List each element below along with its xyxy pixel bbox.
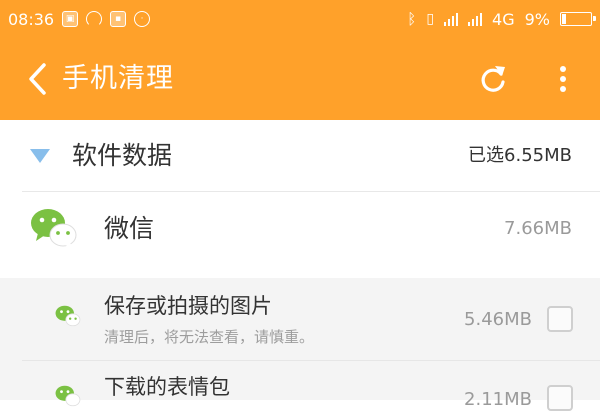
status-time: 08:36 [8,9,55,29]
headset-icon [86,11,103,27]
wechat-icon [55,305,81,327]
item-title: 下载的表情包 [104,375,230,399]
clock-icon: · [134,11,151,27]
section-title: 软件数据 [72,141,173,170]
more-vertical-icon[interactable] [555,64,571,94]
wechat-icon [31,209,77,249]
app-badge-icon: ▪ [110,11,127,27]
status-bar: 08:36 ▣ ▪ · ᛒ ▯ 4G 9% [0,0,600,38]
item-checkbox[interactable] [547,385,573,411]
vibrate-icon: ▯ [426,11,435,27]
wechat-icon [55,385,81,407]
item-title: 保存或拍摄的图片 [104,294,272,318]
item-checkbox[interactable] [547,306,573,332]
collapse-triangle-icon[interactable] [30,149,50,163]
app-size: 7.66MB [504,218,572,239]
app-header: 手机清理 [0,38,600,120]
item-size: 5.46MB [464,309,532,330]
back-arrow-icon[interactable] [26,61,50,97]
refresh-icon[interactable] [478,62,508,96]
battery-percent: 9% [524,9,550,29]
scan-icon: ▣ [62,11,79,27]
section-selected-size: 已选6.55MB [468,145,572,166]
signal-icon [468,12,483,26]
network-type: 4G [492,9,515,29]
battery-icon [560,12,596,26]
item-description: 清理后，将无法查看，请慎重。 [104,328,315,346]
bluetooth-icon: ᛒ [407,10,417,28]
signal-icon [444,12,459,26]
page-title: 手机清理 [62,63,174,94]
app-name: 微信 [104,214,155,243]
